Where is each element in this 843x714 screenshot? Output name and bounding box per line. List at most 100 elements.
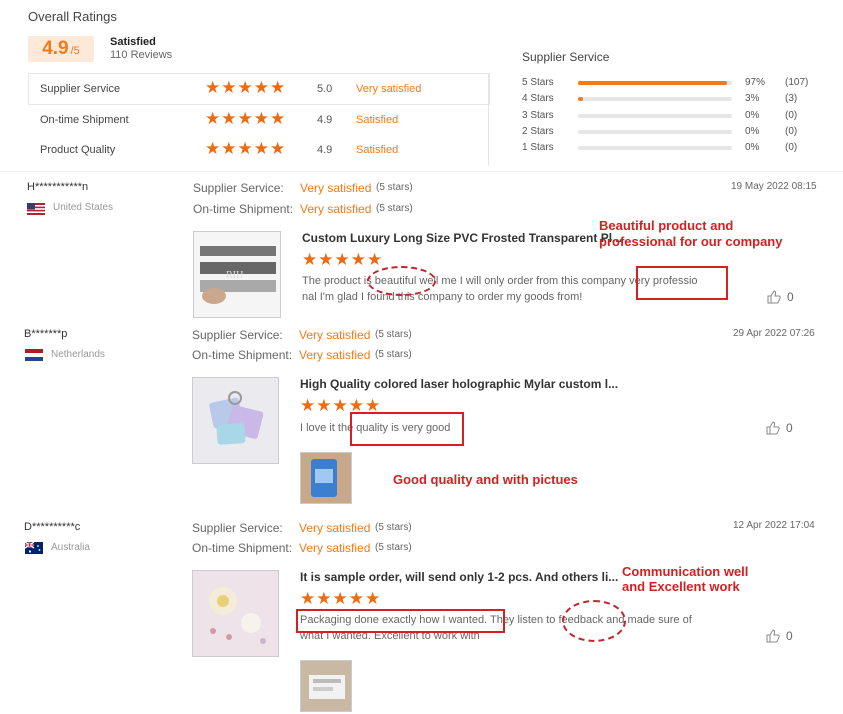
shipment-stars: (5 stars) xyxy=(375,349,412,360)
category-stars: ★★★★★ xyxy=(205,109,286,129)
star-icon: ★ xyxy=(270,78,287,97)
distribution-percent: 97% xyxy=(745,77,766,88)
thumbs-up-icon xyxy=(767,290,781,304)
star-icon: ★ xyxy=(367,250,384,269)
like-button[interactable]: 0 xyxy=(766,629,793,643)
reviewer-country: Netherlands xyxy=(51,349,105,360)
service-value: Very satisfied xyxy=(299,521,371,535)
shipment-stars: (5 stars) xyxy=(375,542,412,553)
distribution-percent: 0% xyxy=(745,109,760,121)
overall-review-count: 110 Reviews xyxy=(110,49,173,61)
like-button[interactable]: 0 xyxy=(767,290,794,304)
review-date: 12 Apr 2022 17:04 xyxy=(733,520,815,531)
star-icon: ★ xyxy=(350,250,367,269)
review-photo[interactable] xyxy=(300,452,352,504)
shipment-label: On-time Shipment: xyxy=(192,541,293,555)
service-stars: (5 stars) xyxy=(375,522,412,533)
overall-score-suffix: /5 xyxy=(70,45,80,57)
shipment-value: Very satisfied xyxy=(299,541,371,555)
divider xyxy=(0,171,843,172)
service-label: Supplier Service: xyxy=(192,328,283,342)
distribution-count: (0) xyxy=(785,142,798,154)
distribution-percent: 0% xyxy=(745,142,760,154)
distribution-bar xyxy=(578,113,732,118)
flag-au-icon xyxy=(24,541,43,554)
category-status: Satisfied xyxy=(356,114,399,126)
distribution-percent: 0% xyxy=(745,125,760,137)
distribution-percent: 3% xyxy=(745,93,760,105)
distribution-bar xyxy=(578,146,732,151)
category-name: On-time Shipment xyxy=(40,114,129,126)
distribution-label: 4 Stars xyxy=(522,93,554,105)
star-icon: ★ xyxy=(221,139,238,158)
category-score: 5.0 xyxy=(317,83,333,95)
review-date: 29 Apr 2022 07:26 xyxy=(733,328,815,339)
distribution-count: (0) xyxy=(785,125,798,137)
star-icon: ★ xyxy=(270,109,287,128)
star-icon: ★ xyxy=(237,139,254,158)
distribution-bar xyxy=(578,81,732,85)
annotation-note: Communication well and Excellent work xyxy=(622,564,749,594)
like-count: 0 xyxy=(786,629,793,643)
annotation-box xyxy=(296,609,505,633)
review-photo[interactable] xyxy=(300,660,352,712)
distribution-label: 2 Stars xyxy=(522,125,554,137)
star-icon: ★ xyxy=(221,78,238,97)
reviewer-country: Australia xyxy=(51,542,90,553)
shipment-stars: (5 stars) xyxy=(376,203,413,214)
category-score: 4.9 xyxy=(317,144,333,156)
annotation-box xyxy=(350,412,464,446)
reviewer-name: B*******p xyxy=(24,328,68,340)
category-stars: ★★★★★ xyxy=(205,139,286,159)
distribution-count: (107) xyxy=(785,77,809,88)
service-label: Supplier Service: xyxy=(193,181,284,195)
annotation-oval xyxy=(562,600,626,642)
distribution-bar-fill xyxy=(578,81,728,85)
review-stars: ★★★★★ xyxy=(302,250,383,270)
distribution-count: (0) xyxy=(785,109,798,121)
distribution-label: 5 Stars xyxy=(522,77,554,88)
svg-text:RIIJ: RIIJ xyxy=(226,270,243,281)
category-score: 4.9 xyxy=(317,114,333,126)
like-button[interactable]: 0 xyxy=(766,421,793,435)
product-title[interactable]: It is sample order, will send only 1-2 p… xyxy=(300,570,618,584)
reviewer-country: United States xyxy=(53,202,114,213)
star-icon: ★ xyxy=(316,589,333,608)
star-icon: ★ xyxy=(334,250,351,269)
product-thumbnail[interactable]: RIIJ xyxy=(193,231,281,318)
distribution-bar-fill xyxy=(578,97,583,102)
star-icon: ★ xyxy=(205,139,222,158)
category-status: Satisfied xyxy=(356,144,399,156)
flag-us-icon xyxy=(27,202,45,215)
star-icon: ★ xyxy=(300,589,317,608)
star-icon: ★ xyxy=(332,589,349,608)
star-icon: ★ xyxy=(205,78,222,97)
review-text-line2: nal I'm glad I found this company to ord… xyxy=(302,291,583,303)
category-status: Very satisfied xyxy=(356,83,422,95)
star-icon: ★ xyxy=(205,109,222,128)
star-icon: ★ xyxy=(237,78,254,97)
product-thumbnail[interactable] xyxy=(192,570,279,657)
product-title[interactable]: Custom Luxury Long Size PVC Frosted Tran… xyxy=(302,231,622,245)
service-stars: (5 stars) xyxy=(376,182,413,193)
annotation-oval xyxy=(367,266,436,296)
star-icon: ★ xyxy=(270,139,287,158)
service-value: Very satisfied xyxy=(299,328,371,342)
annotation-note: Beautiful product and professional for o… xyxy=(599,218,783,249)
star-icon: ★ xyxy=(365,589,382,608)
star-icon: ★ xyxy=(253,109,270,128)
distribution-label: 1 Stars xyxy=(522,142,554,154)
thumbs-up-icon xyxy=(766,629,780,643)
like-count: 0 xyxy=(787,290,794,304)
star-icon: ★ xyxy=(253,139,270,158)
like-count: 0 xyxy=(786,421,793,435)
product-thumbnail[interactable] xyxy=(192,377,279,464)
reviewer-name: D**********c xyxy=(24,521,81,533)
service-label: Supplier Service: xyxy=(192,521,283,535)
annotation-note: Good quality and with pictues xyxy=(393,472,578,487)
star-icon: ★ xyxy=(318,250,335,269)
product-title[interactable]: High Quality colored laser holographic M… xyxy=(300,377,618,391)
review-date: 19 May 2022 08:15 xyxy=(731,181,817,192)
service-stars: (5 stars) xyxy=(375,329,412,340)
star-icon: ★ xyxy=(302,250,319,269)
